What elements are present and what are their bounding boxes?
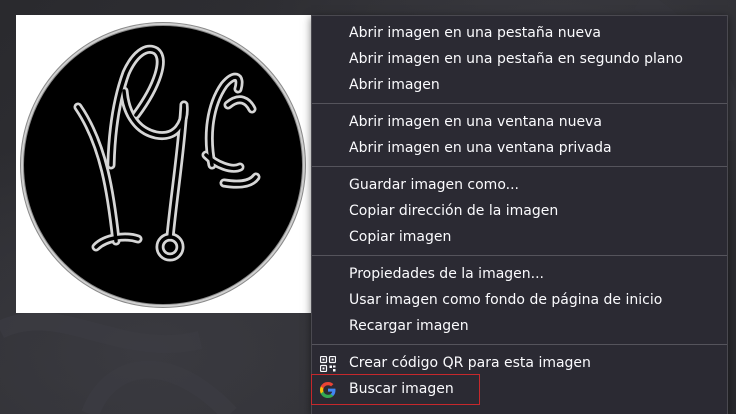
- menu-item-open-image[interactable]: Abrir imagen: [312, 72, 727, 98]
- page-image[interactable]: [16, 15, 312, 313]
- menu-item-open-image-background-tab[interactable]: Abrir imagen en una pestaña en segundo p…: [312, 46, 727, 72]
- menu-item-label: Abrir imagen en una pestaña en segundo p…: [349, 51, 683, 67]
- menu-item-reload-image[interactable]: Recargar imagen: [312, 313, 727, 339]
- menu-separator: [312, 255, 727, 256]
- menu-item-save-image-as[interactable]: Guardar imagen como...: [312, 172, 727, 198]
- menu-item-copy-image-link[interactable]: Copiar dirección de la imagen: [312, 198, 727, 224]
- menu-item-label: Copiar dirección de la imagen: [349, 203, 559, 219]
- menu-item-search-image[interactable]: Buscar imagen: [312, 376, 727, 402]
- menu-item-create-qr-code[interactable]: Crear código QR para esta imagen: [312, 350, 727, 376]
- menu-item-label: Abrir imagen en una ventana nueva: [349, 114, 602, 130]
- menu-item-label: Guardar imagen como...: [349, 177, 519, 193]
- menu-item-copy-image[interactable]: Copiar imagen: [312, 224, 727, 250]
- menu-item-label: Recargar imagen: [349, 318, 469, 334]
- menu-item-label: Abrir imagen en una ventana privada: [349, 140, 612, 156]
- menu-separator: [312, 166, 727, 167]
- menu-item-label: Buscar imagen: [349, 381, 454, 397]
- menu-item-label: Abrir imagen en una pestaña nueva: [349, 25, 601, 41]
- menu-item-open-image-private-window[interactable]: Abrir imagen en una ventana privada: [312, 135, 727, 161]
- menu-item-label: Usar imagen como fondo de página de inic…: [349, 292, 663, 308]
- qr-code-icon: [319, 355, 337, 373]
- monogram-logo: [20, 22, 306, 308]
- menu-item-image-properties[interactable]: Propiedades de la imagen...: [312, 261, 727, 287]
- menu-item-label: Copiar imagen: [349, 229, 452, 245]
- menu-item-label: Crear código QR para esta imagen: [349, 355, 591, 371]
- google-icon: [320, 381, 336, 398]
- menu-separator: [312, 103, 727, 104]
- menu-item-label: Abrir imagen: [349, 77, 440, 93]
- menu-item-label: Propiedades de la imagen...: [349, 266, 545, 282]
- menu-item-open-image-new-tab[interactable]: Abrir imagen en una pestaña nueva: [312, 20, 727, 46]
- menu-item-open-image-new-window[interactable]: Abrir imagen en una ventana nueva: [312, 109, 727, 135]
- menu-item-set-as-background[interactable]: Usar imagen como fondo de página de inic…: [312, 287, 727, 313]
- context-menu: Abrir imagen en una pestaña nueva Abrir …: [311, 15, 728, 414]
- menu-separator: [312, 344, 727, 345]
